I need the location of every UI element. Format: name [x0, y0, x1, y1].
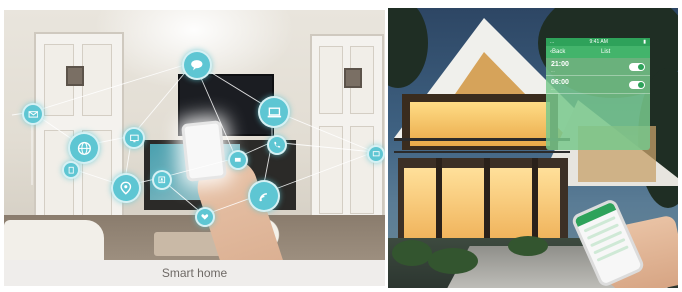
app-title: List [601, 49, 611, 55]
monitor-icon [123, 127, 145, 149]
monitor-icon [367, 145, 385, 163]
tablet-icon [62, 161, 80, 179]
heart-icon [195, 207, 215, 227]
screen-icon [228, 150, 248, 170]
status-left: ... [550, 39, 555, 45]
schedule-row[interactable]: 06:00 ... [546, 76, 650, 94]
smart-house-photo: ... 9:41 AM ▮ ‹ Back List 21:00 ... 06:0… [388, 8, 678, 288]
globe-icon [68, 132, 100, 164]
pillar [532, 158, 538, 242]
battery-icon: ▮ [643, 39, 646, 45]
shrub [508, 236, 548, 256]
app-status-bar: ... 9:41 AM ▮ [546, 38, 650, 46]
shrub [392, 240, 432, 266]
image-caption: Smart home [161, 266, 228, 280]
email-icon [22, 103, 44, 125]
message-bubble-icon [182, 50, 212, 80]
balcony-rail [394, 138, 570, 153]
schedule-desc: ... [551, 68, 555, 73]
schedule-desc: ... [551, 86, 555, 91]
app-header: ‹ Back List [546, 46, 650, 58]
back-button[interactable]: Back [552, 49, 565, 55]
status-time: 9:41 AM [589, 39, 608, 45]
laptop-icon [258, 96, 290, 128]
location-pin-icon [111, 173, 141, 203]
app-overlay: ... 9:41 AM ▮ ‹ Back List 21:00 ... 06:0… [546, 38, 650, 150]
pillar [436, 158, 442, 242]
schedule-row[interactable]: 21:00 ... [546, 58, 650, 76]
shrub [428, 248, 478, 274]
smart-home-photo: Smart home [4, 10, 385, 286]
schedule-time: 06:00 [551, 79, 569, 86]
schedule-time: 21:00 [551, 61, 569, 68]
pillar [484, 158, 490, 242]
phone-icon [267, 135, 287, 155]
wifi-icon [248, 180, 280, 212]
contact-card-icon [152, 170, 172, 190]
schedule-toggle[interactable] [629, 63, 645, 71]
network-lines [11, 61, 375, 216]
schedule-toggle[interactable] [629, 81, 645, 89]
